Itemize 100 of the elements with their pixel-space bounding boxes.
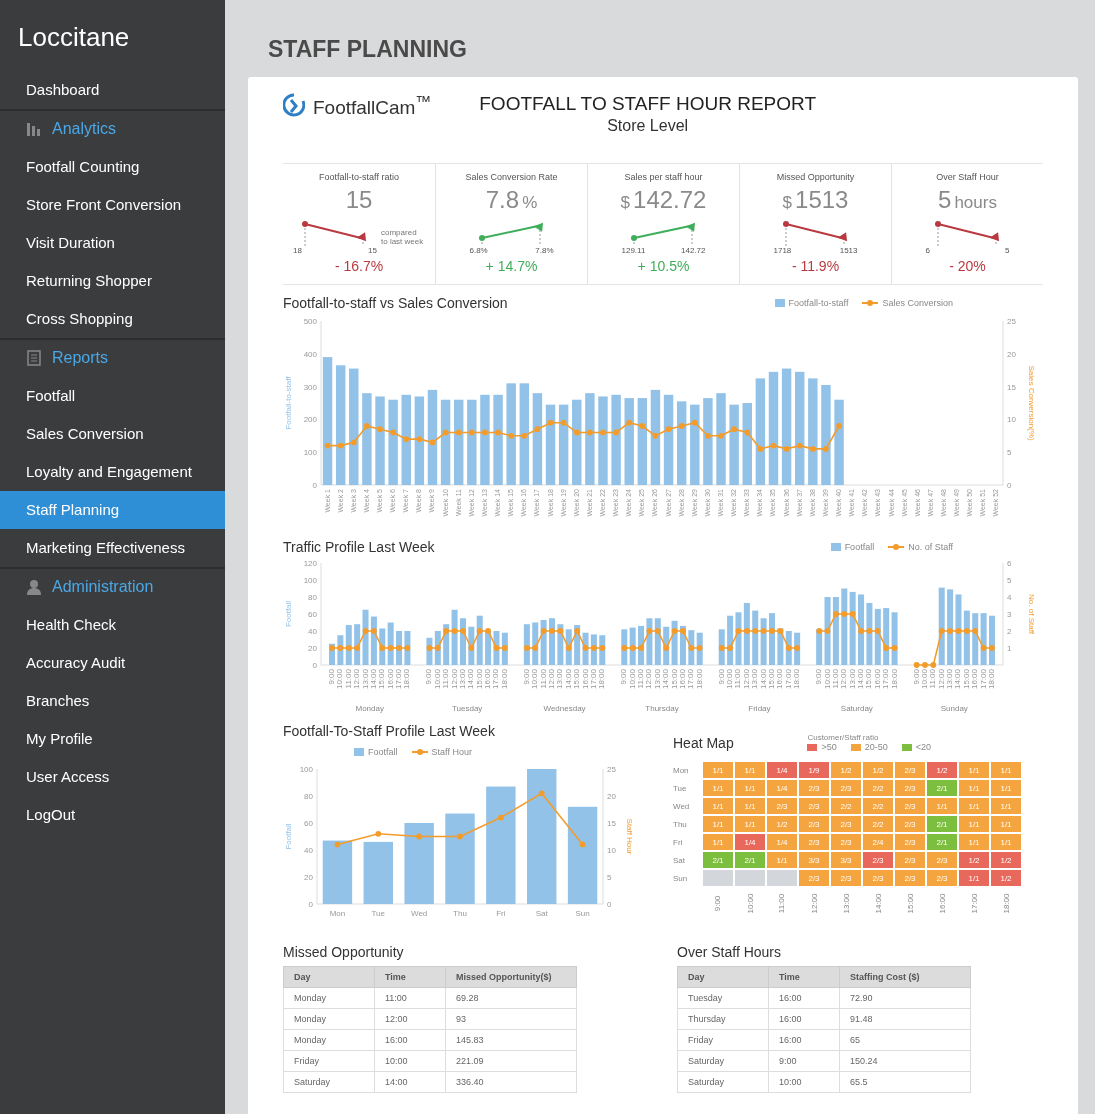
table-cell: 93 <box>445 1008 577 1030</box>
axis-tick-label: 10:00 <box>725 669 735 690</box>
nav-link[interactable]: Footfall <box>0 377 225 415</box>
report-title: FOOTFALL TO STAFF HOUR REPORT <box>479 93 817 115</box>
axis-tick-label: 60 <box>308 610 317 619</box>
heat-map-cell: 1/1 <box>735 762 765 778</box>
heat-map-cell: 2/3 <box>831 816 861 832</box>
axis-tick-label: 13:00 <box>360 669 370 690</box>
previous-value: 6.8% <box>469 246 488 255</box>
nav-link[interactable]: Accuracy Audit <box>0 644 225 682</box>
axis-tick-label: 17:00 <box>491 669 501 690</box>
axis-tick-label: 11:00 <box>928 669 938 689</box>
axis-tick-label: 0 <box>308 900 313 909</box>
axis-tick-label: 17:00 <box>783 669 793 690</box>
axis-tick-label: Thu <box>453 909 467 918</box>
currency-symbol: $ <box>620 193 631 213</box>
nav-link[interactable]: Loyalty and Engagement <box>0 453 225 491</box>
axis-tick-label: 18:00 <box>987 669 996 690</box>
column-label: 10:00 <box>745 893 755 913</box>
heat-map-cell: 1/2 <box>863 762 893 778</box>
legend-label: Footfall <box>368 747 398 757</box>
axis-tick-label: 18:00 <box>694 669 704 690</box>
nav-link[interactable]: Visit Duration <box>0 224 225 262</box>
axis-tick-label: 25 <box>607 765 616 774</box>
axis-tick-label: 20 <box>304 873 313 882</box>
kpi-label: Sales Conversion Rate <box>465 172 558 182</box>
axis-tick-label: 13:00 <box>847 669 857 690</box>
legend-line-icon <box>411 748 428 756</box>
column-label: 15:00 <box>905 893 915 913</box>
heat-map-cell: 1/4 <box>767 762 797 778</box>
axis-tick-label: 15 <box>607 819 616 828</box>
heat-map-cell: 1/1 <box>959 816 989 832</box>
section-heading: Analytics <box>52 120 117 138</box>
legend-label: Footfall-to-staff <box>788 298 849 308</box>
table-cell: 91.48 <box>839 1008 971 1030</box>
column-header: Time <box>374 966 446 988</box>
previous-value: 129.11 <box>621 246 646 255</box>
table-cell: Tuesday <box>677 987 769 1009</box>
column-label: 11:00 <box>777 893 787 913</box>
axis-tick-label: 60 <box>304 819 313 828</box>
nav-link[interactable]: LogOut <box>0 796 225 834</box>
table-cell: 11:00 <box>374 987 446 1009</box>
nav-link[interactable]: My Profile <box>0 720 225 758</box>
legend-line-icon <box>862 299 879 307</box>
change-value: - 11.9% <box>791 258 840 274</box>
nav-link[interactable]: Footfall Counting <box>0 148 225 186</box>
nav-link[interactable]: Dashboard <box>0 71 225 109</box>
heat-map-cell: 1/4 <box>767 780 797 796</box>
heat-map-cell: 2/3 <box>895 834 925 850</box>
axis-tick-label: 13:00 <box>652 669 662 690</box>
axis-tick-label: 10 <box>1007 415 1016 425</box>
heat-map-cell: 3/3 <box>799 852 829 868</box>
axis-tick-label: 13:00 <box>457 669 467 690</box>
nav-link[interactable]: Branches <box>0 682 225 720</box>
nav-link[interactable]: Returning Shopper <box>0 262 225 300</box>
legend-label: Footfall <box>844 542 875 552</box>
column-header: Day <box>283 966 375 988</box>
axis-tick-label: 80 <box>308 593 317 602</box>
nav-link[interactable]: Cross Shopping <box>0 300 225 338</box>
heat-map-cell: 1/1 <box>735 798 765 814</box>
heat-map-cell: 2/4 <box>863 834 893 850</box>
nav-link[interactable]: Health Check <box>0 606 225 644</box>
axis-tick-label: 300 <box>303 382 317 392</box>
heat-map-cell: 2/3 <box>831 834 861 850</box>
axis-tick-label: 16:00 <box>677 669 687 690</box>
table-title: Missed Opportunity <box>283 944 405 960</box>
heat-map-cell: 1/1 <box>959 780 989 796</box>
heat-map-cell: 2/1 <box>735 852 765 868</box>
axis-tick-label: 5 <box>1007 576 1012 585</box>
heat-map-cell: 2/3 <box>895 870 925 886</box>
axis-tick-label: Fri <box>496 909 506 918</box>
nav-link[interactable]: Marketing Effectiveness <box>0 529 225 567</box>
heat-map-cell: 1/4 <box>767 834 797 850</box>
table-cell: Friday <box>283 1050 375 1072</box>
heat-map-cell: 2/3 <box>863 852 893 868</box>
axis-tick-label: 15:00 <box>864 669 874 690</box>
table-cell: Saturday <box>677 1050 769 1072</box>
bar <box>322 840 353 904</box>
axis-tick-label: 0 <box>1007 481 1012 490</box>
axis-tick-label: 10:00 <box>627 669 637 690</box>
heat-map-cell: 2/3 <box>799 834 829 850</box>
chart-title: Footfall-To-Staff Profile Last Week <box>283 723 496 739</box>
nav-link[interactable]: User Access <box>0 758 225 796</box>
nav-link[interactable]: Store Front Conversion <box>0 186 225 224</box>
table-cell: 9:00 <box>768 1050 840 1072</box>
heat-map-cell: 1/1 <box>703 834 733 850</box>
heat-map-cell: 2/3 <box>895 816 925 832</box>
axis-tick-label: 10:00 <box>822 669 832 690</box>
current-value: 15 <box>368 246 377 255</box>
day-label: Tuesday <box>451 704 483 713</box>
axis-tick-label: 9:00 <box>619 669 629 685</box>
table-title: Over Staff Hours <box>677 944 782 960</box>
column-header: Day <box>677 966 769 988</box>
heat-map-cell: 2/3 <box>895 780 925 796</box>
heat-map-cell: 1/1 <box>959 798 989 814</box>
axis-tick-label: 14:00 <box>856 669 866 690</box>
axis-tick-label: 16:00 <box>775 669 785 690</box>
heat-map-cell: 1/1 <box>991 816 1021 832</box>
table-cell: 221.09 <box>445 1050 577 1072</box>
nav-link[interactable]: Sales Conversion <box>0 415 225 453</box>
